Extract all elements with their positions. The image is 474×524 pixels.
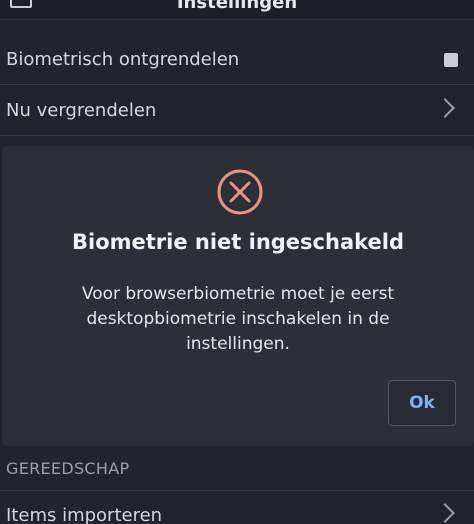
lock-now-label: Nu vergrendelen [6, 100, 157, 121]
settings-row-lock-now[interactable]: Nu vergrendelen [0, 86, 474, 136]
header-bar: Instellingen [0, 0, 474, 20]
ok-button[interactable]: Ok [388, 380, 456, 426]
biometric-unlock-label: Biometrisch ontgrendelen [6, 49, 240, 70]
dialog-title: Biometrie niet ingeschakeld [71, 230, 404, 254]
section-title-tools: GEREEDSCHAP [6, 459, 130, 478]
settings-row-biometric-unlock[interactable]: Biometrisch ontgrendelen [0, 35, 474, 85]
error-circle-x-icon [217, 169, 263, 215]
dialog-message: Voor browserbiometrie moet je eerst desk… [81, 284, 395, 354]
page-title: Instellingen [176, 0, 298, 13]
settings-row-import-items[interactable]: Items importeren [0, 490, 474, 524]
biometric-unlock-checkbox[interactable] [444, 53, 458, 67]
import-items-label: Items importeren [6, 505, 163, 524]
error-dialog: Biometrie niet ingeschakeld Voor browser… [2, 146, 474, 446]
